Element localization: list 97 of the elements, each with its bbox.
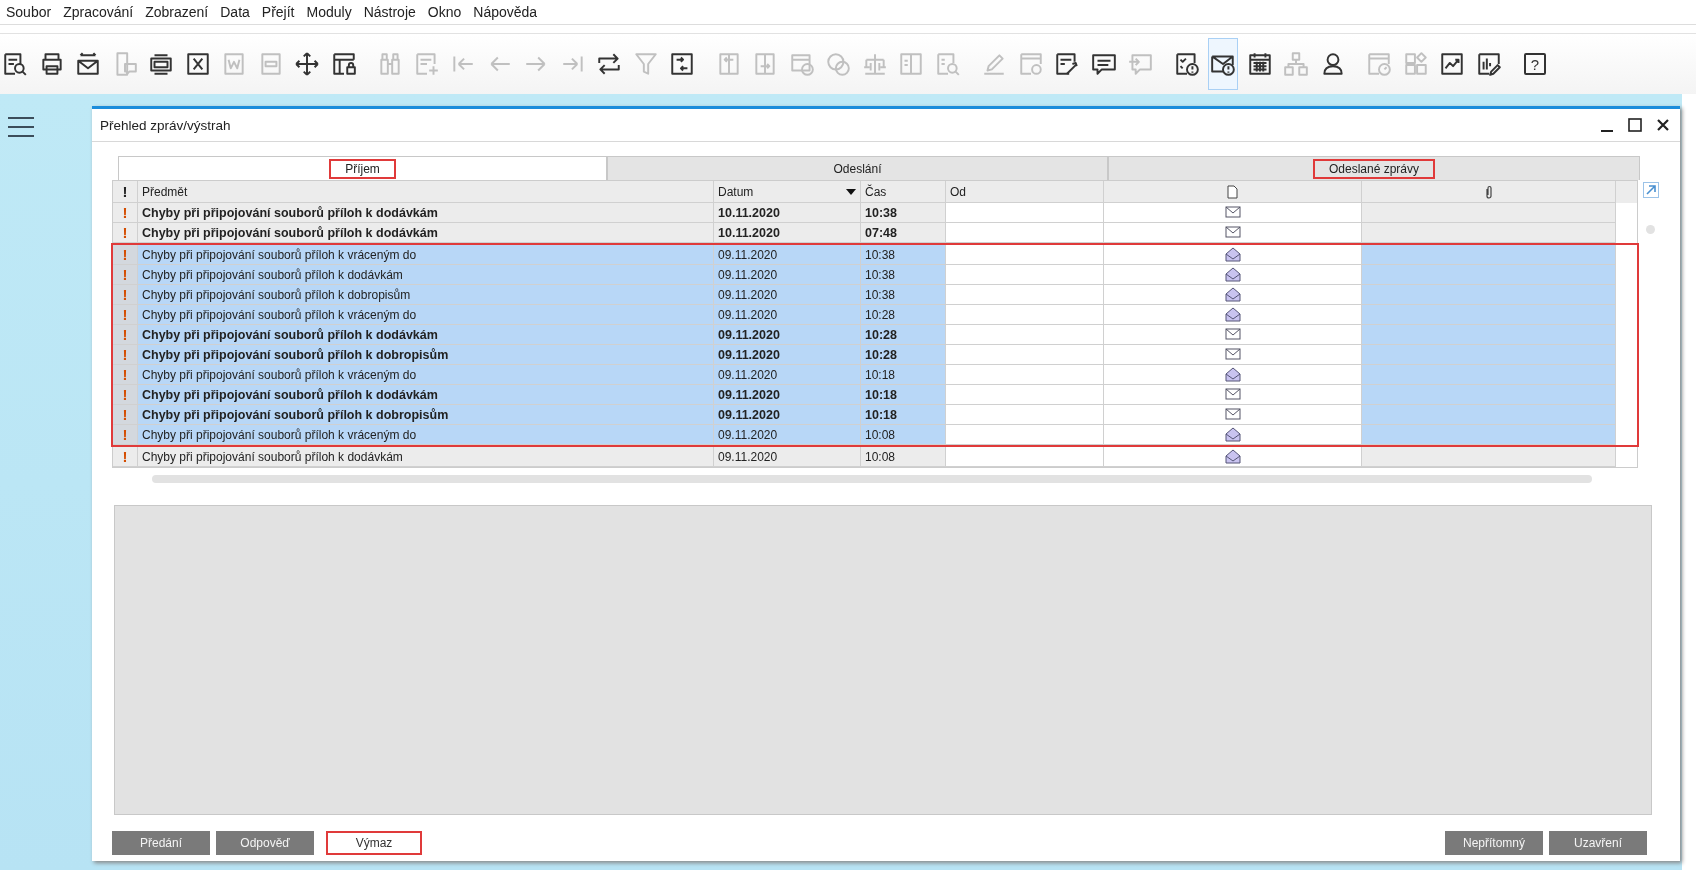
date-cell: 09.11.2020	[718, 427, 778, 442]
priority-mark: !	[122, 366, 128, 383]
action-button[interactable]: Předání	[112, 831, 210, 855]
time-cell: 10:28	[865, 307, 896, 322]
priority-mark: !	[122, 306, 128, 323]
menu-item[interactable]: Nápověda	[469, 4, 546, 20]
time-cell: 10:08	[865, 449, 896, 464]
date-cell: 09.11.2020	[718, 247, 778, 262]
time-cell: 10:18	[865, 367, 896, 382]
subject-cell: Chyby při připojování souborů příloh k vráceným do	[142, 367, 417, 382]
menu-item[interactable]: Přejít	[257, 4, 303, 20]
menu-item[interactable]: Moduly	[302, 4, 360, 20]
date-cell: 09.11.2020	[718, 449, 778, 464]
close-icon[interactable]	[1656, 118, 1670, 132]
date-cell: 10.11.2020	[718, 205, 780, 220]
subject-cell: Chyby při připojování souborů příloh k dodávkám	[142, 225, 438, 240]
menu-item[interactable]: Zpracování	[59, 4, 142, 20]
message-row[interactable]: ! Chyby při připojování souborů příloh k vráceným do 09.11.2020 10:08	[111, 425, 1639, 447]
message-row[interactable]: ! Chyby při připojování souborů příloh k dodávkám 09.11.2020 10:18	[111, 385, 1639, 405]
menu-icon[interactable]	[8, 116, 34, 138]
priority-mark: !	[122, 326, 128, 343]
message-row[interactable]: ! Chyby při připojování souborů příloh k dodávkám 10.11.2020 10:38	[113, 203, 1637, 223]
subject-cell: Chyby při připojování souborů příloh k vráceným do	[142, 427, 417, 442]
column-header[interactable]: Datum	[714, 181, 861, 203]
delete-button[interactable]: Výmaz	[326, 831, 422, 855]
message-row[interactable]: ! Chyby při připojování souborů příloh k dodávkám 09.11.2020 10:28	[111, 325, 1639, 345]
time-cell: 10:38	[865, 205, 897, 220]
time-cell: 07:48	[865, 225, 897, 240]
message-row[interactable]: ! Chyby při připojování souborů příloh k dobropisům 09.11.2020 10:28	[111, 345, 1639, 365]
expand-icon[interactable]	[1643, 182, 1659, 198]
message-row[interactable]: ! Chyby při připojování souborů příloh k dobropisům 09.11.2020 10:38	[111, 285, 1639, 305]
subject-cell: Chyby při připojování souborů příloh k dodávkám	[142, 267, 403, 282]
maximize-icon[interactable]	[1628, 118, 1642, 132]
date-cell: 09.11.2020	[718, 327, 780, 342]
document-icon	[1227, 184, 1238, 199]
scrollbar-thumb[interactable]	[1646, 225, 1655, 234]
envelope-alert-icon[interactable]	[1208, 38, 1238, 90]
time-cell: 10:18	[865, 407, 897, 422]
tab[interactable]: Odeslání	[607, 156, 1108, 180]
priority-mark: !	[122, 246, 128, 263]
time-cell: 10:38	[865, 247, 896, 262]
message-row[interactable]: ! Chyby při připojování souborů příloh k vráceným do 09.11.2020 10:28	[111, 305, 1639, 325]
action-button[interactable]: Uzavření	[1549, 831, 1647, 855]
message-row[interactable]: ! Chyby při připojování souborů příloh k dobropisům 09.11.2020 10:18	[111, 405, 1639, 425]
subject-cell: Chyby při připojování souborů příloh k dobropisům	[142, 347, 449, 362]
priority-mark: !	[122, 406, 128, 423]
menu-item[interactable]: Zobrazení	[141, 4, 217, 20]
subject-cell: Chyby při připojování souborů příloh k dobropisům	[142, 287, 411, 302]
priority-mark: !	[122, 286, 128, 303]
subject-cell: Chyby při připojování souborů příloh k vráceným do	[142, 247, 417, 262]
time-cell: 10:28	[865, 347, 897, 362]
column-header[interactable]: Od	[946, 181, 1104, 203]
subject-cell: Chyby při připojování souborů příloh k vráceným do	[142, 307, 417, 322]
menu-item[interactable]: Nástroje	[359, 4, 424, 20]
message-row[interactable]: ! Chyby při připojování souborů příloh k dodávkám 10.11.2020 07:48	[113, 223, 1637, 243]
paperclip-icon	[1484, 184, 1493, 199]
subject-cell: Chyby při připojování souborů příloh k dodávkám	[142, 387, 438, 402]
horizontal-scrollbar[interactable]	[152, 475, 1592, 483]
action-button[interactable]: Odpověď	[216, 831, 314, 855]
time-cell: 10:38	[865, 267, 896, 282]
time-cell: 10:08	[865, 427, 896, 442]
priority-mark: !	[122, 204, 128, 221]
column-header[interactable]: !	[113, 181, 138, 203]
date-cell: 09.11.2020	[718, 267, 778, 282]
priority-mark: !	[122, 448, 128, 465]
menu-item[interactable]: Data	[216, 4, 258, 20]
window-title: Přehled zpráv/výstrah	[100, 117, 231, 133]
message-row[interactable]: ! Chyby při připojování souborů příloh k vráceným do 09.11.2020 10:18	[111, 365, 1639, 385]
date-cell: 09.11.2020	[718, 287, 778, 302]
time-cell: 10:18	[865, 387, 897, 402]
message-row[interactable]: ! Chyby při připojování souborů příloh k dodávkám 09.11.2020 10:08	[113, 447, 1637, 467]
message-row[interactable]: ! Chyby při připojování souborů příloh k vráceným do 09.11.2020 10:38	[111, 243, 1639, 265]
date-cell: 09.11.2020	[718, 387, 780, 402]
time-cell: 10:38	[865, 287, 896, 302]
action-button[interactable]: Nepřítomný	[1445, 831, 1543, 855]
column-header[interactable]: Čas	[861, 181, 946, 203]
date-cell: 09.11.2020	[718, 367, 778, 382]
date-cell: 09.11.2020	[718, 407, 780, 422]
subject-cell: Chyby při připojování souborů příloh k dobropisům	[142, 407, 449, 422]
tab[interactable]: Odeslané zprávy	[1108, 156, 1640, 180]
message-row[interactable]: ! Chyby při připojování souborů příloh k dodávkám 09.11.2020 10:38	[111, 265, 1639, 285]
subject-cell: Chyby při připojování souborů příloh k dodávkám	[142, 449, 403, 464]
priority-mark: !	[122, 224, 128, 241]
menu-item[interactable]: Okno	[423, 4, 470, 20]
priority-mark: !	[122, 426, 128, 443]
menu-item[interactable]: Soubor	[2, 4, 60, 20]
date-cell: 09.11.2020	[718, 347, 780, 362]
date-cell: 10.11.2020	[718, 225, 780, 240]
subject-cell: Chyby při připojování souborů příloh k dodávkám	[142, 205, 438, 220]
priority-mark: !	[122, 266, 128, 283]
time-cell: 10:28	[865, 327, 897, 342]
subject-cell: Chyby při připojování souborů příloh k dodávkám	[142, 327, 438, 342]
priority-mark: !	[122, 346, 128, 363]
tab[interactable]: Příjem	[118, 156, 607, 180]
date-cell: 09.11.2020	[718, 307, 778, 322]
column-header[interactable]: Předmět	[138, 181, 714, 203]
priority-mark: !	[122, 386, 128, 403]
